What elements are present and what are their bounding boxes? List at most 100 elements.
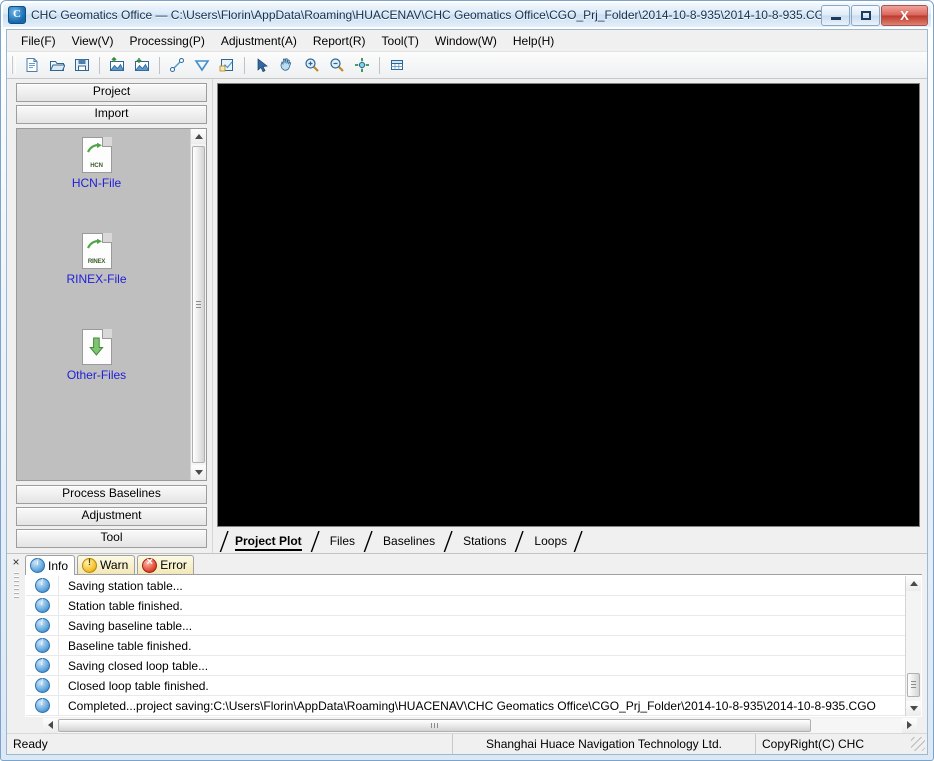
menu-window[interactable]: Window(W) (427, 32, 505, 50)
toolbar-grip[interactable] (11, 56, 16, 74)
status-bar: Ready Shanghai Huace Navigation Technolo… (7, 733, 927, 754)
tab-files-label: Files (329, 534, 356, 548)
menu-view[interactable]: View(V) (64, 32, 122, 50)
window-resize-grip[interactable] (911, 737, 925, 751)
zoom-in-icon[interactable] (300, 53, 324, 77)
log-row-message: Station table finished. (68, 598, 183, 613)
log-row[interactable]: Saving closed loop table... (26, 656, 905, 676)
new-project-icon[interactable] (20, 53, 44, 77)
log-panel-grip[interactable] (13, 572, 19, 598)
log-row-icon-cell (26, 616, 59, 635)
tab-files[interactable]: Files (310, 531, 367, 553)
log-tab-error-label: Error (160, 558, 187, 572)
open-project-icon[interactable] (45, 53, 69, 77)
log-hscroll-right-button[interactable] (902, 717, 917, 733)
log-panel-close-icon[interactable]: × (12, 556, 19, 568)
sidebar-scroll-track[interactable] (191, 144, 206, 465)
toolbar (7, 52, 927, 79)
select-arrow-icon[interactable] (250, 53, 274, 77)
log-row-icon-cell (26, 596, 59, 615)
log-row[interactable]: Baseline table finished. (26, 636, 905, 656)
log-scroll-track[interactable] (906, 591, 921, 701)
sidebar-button-process-baselines[interactable]: Process Baselines (16, 485, 207, 504)
log-row-message: Baseline table finished. (68, 638, 192, 653)
log-row[interactable]: Saving baseline table... (26, 616, 905, 636)
log-row-icon-cell (26, 656, 59, 675)
tab-project-plot[interactable]: Project Plot (219, 531, 314, 553)
sidebar-scroll-thumb[interactable] (192, 146, 205, 463)
status-company-text: Shanghai Huace Navigation Technology Ltd… (452, 734, 755, 754)
log-scroll-thumb[interactable] (907, 673, 920, 697)
log-horizontal-scrollbar[interactable] (43, 717, 917, 733)
maximize-icon (852, 6, 879, 25)
sidebar-scroll-up-button[interactable] (191, 129, 206, 144)
tab-stations[interactable]: Stations (443, 531, 518, 553)
zoom-extent-icon[interactable] (350, 53, 374, 77)
close-icon: X (900, 7, 909, 23)
tab-baselines[interactable]: Baselines (363, 531, 447, 553)
project-plot-canvas[interactable] (217, 83, 920, 527)
grid-table-icon[interactable] (385, 53, 409, 77)
toolbar-separator (244, 56, 245, 74)
log-row-message: Saving closed loop table... (68, 658, 209, 673)
rinex-file-icon: RINEX (81, 233, 112, 269)
menu-file[interactable]: File(F) (13, 32, 64, 50)
log-tab-error[interactable]: Error (137, 555, 194, 574)
sidebar-button-adjustment[interactable]: Adjustment (16, 507, 207, 526)
minimize-button[interactable] (821, 4, 850, 26)
hcn-file-label: HCN-File (71, 176, 122, 190)
pan-hand-icon[interactable] (275, 53, 299, 77)
log-tab-warn-label: Warn (100, 558, 129, 572)
log-hscroll-left-button[interactable] (43, 717, 58, 733)
zoom-out-icon[interactable] (325, 53, 349, 77)
rinex-file-item[interactable]: RINEX RINEX-File (17, 233, 176, 286)
other-files-item[interactable]: Other-Files (17, 329, 176, 382)
menu-help[interactable]: Help(H) (505, 32, 562, 50)
log-row[interactable]: Station table finished. (26, 596, 905, 616)
menu-report[interactable]: Report(R) (305, 32, 374, 50)
sidebar-button-project[interactable]: Project (16, 83, 207, 102)
import-data-icon[interactable] (105, 53, 129, 77)
info-icon (34, 677, 50, 693)
log-row-message: Completed...project saving:C:\Users\Flor… (68, 698, 876, 713)
log-hscroll-track[interactable] (58, 717, 902, 733)
log-tab-warn[interactable]: Warn (77, 555, 136, 574)
warning-icon (82, 557, 98, 573)
close-button[interactable]: X (881, 4, 928, 26)
log-scroll-down-button[interactable] (906, 701, 921, 716)
log-row[interactable]: Saving station table... (26, 576, 905, 596)
tab-stations-label: Stations (463, 534, 507, 548)
client-area: File(F) View(V) Processing(P) Adjustment… (6, 29, 928, 755)
tab-loops[interactable]: Loops (514, 531, 583, 553)
info-icon (34, 597, 50, 613)
window-controls: X (821, 4, 931, 26)
tab-baselines-label: Baselines (383, 534, 436, 548)
adjustment-icon[interactable] (190, 53, 214, 77)
save-project-icon[interactable] (70, 53, 94, 77)
sidebar-button-tool[interactable]: Tool (16, 529, 207, 548)
chevron-up-icon (194, 134, 203, 139)
status-copyright-text: CopyRight(C) CHC (755, 734, 908, 754)
sidebar-scroll-down-button[interactable] (191, 465, 206, 480)
log-row[interactable]: Closed loop table finished. (26, 676, 905, 696)
sidebar-button-import[interactable]: Import (16, 105, 207, 124)
process-baseline-icon[interactable] (165, 53, 189, 77)
log-list[interactable]: Saving station table... Station table fi… (26, 576, 905, 716)
log-vertical-scrollbar[interactable] (905, 576, 921, 716)
hcn-file-item[interactable]: HCN HCN-File (17, 137, 176, 190)
log-scroll-up-button[interactable] (906, 576, 921, 591)
log-tab-info[interactable]: Info (25, 555, 76, 575)
log-row[interactable]: Completed...project saving:C:\Users\Flor… (26, 696, 905, 716)
menu-adjustment[interactable]: Adjustment(A) (213, 32, 305, 50)
error-icon (142, 556, 158, 573)
sidebar-vertical-scrollbar[interactable] (190, 129, 206, 480)
menu-processing[interactable]: Processing(P) (121, 32, 212, 50)
log-list-wrapper: Saving station table... Station table fi… (25, 575, 922, 717)
menu-tool[interactable]: Tool(T) (374, 32, 427, 50)
plot-area: Project Plot Files Baselines Stations Lo… (213, 79, 927, 553)
report-icon[interactable] (215, 53, 239, 77)
maximize-button[interactable] (851, 4, 880, 26)
log-hscroll-thumb[interactable] (58, 718, 812, 732)
export-data-icon[interactable] (130, 53, 154, 77)
log-row-icon-cell (26, 576, 59, 595)
